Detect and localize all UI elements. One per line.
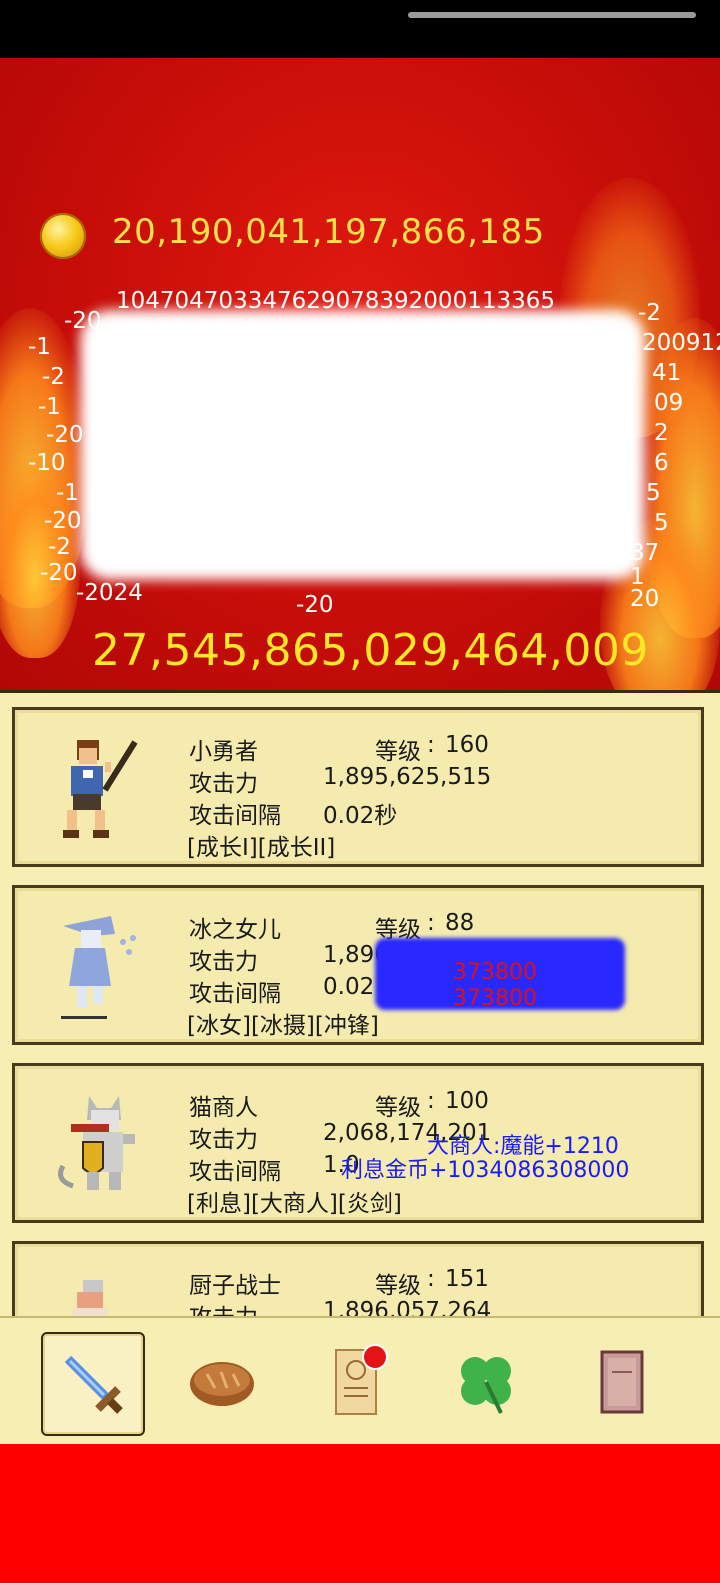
damage-text-cluster [80,310,645,580]
nav-luck-button[interactable] [436,1332,536,1432]
damage-popup: -2 [42,364,65,390]
damage-popup: -2 [638,300,661,326]
skill-effect-text: 373800 [453,986,537,1011]
attack-label: 攻击力 [189,771,258,797]
damage-popup: -20 [64,308,102,334]
interval-value: 0.02 [323,974,375,1000]
interval-value: 0.02秒 [323,803,398,829]
colon: : [427,910,435,936]
level-value: 88 [445,910,475,936]
damage-popup: -1 [38,394,61,420]
gesture-pill [408,12,696,18]
hero-name: 厨子战士 [189,1273,281,1299]
damage-popup: -1 [56,480,79,506]
nav-food-button[interactable] [172,1332,272,1432]
total-damage: 27,545,865,029,464,009 [92,625,649,676]
nav-weapon-button[interactable] [41,1332,145,1436]
hero-card-ice-daughter[interactable]: 冰之女儿 等级 : 88 攻击力 1,896,0 攻击间隔 0.02 [冰女][… [12,885,704,1045]
nav-scroll-button[interactable] [306,1332,406,1432]
attack-label: 攻击力 [189,949,258,975]
damage-popup: 20091253810474407 [642,330,720,356]
damage-popup: -10 [28,450,66,476]
hero-name: 冰之女儿 [189,917,281,943]
damage-popup: 37 [630,540,660,566]
status-bar [0,0,720,58]
colon: : [427,1088,435,1114]
damage-popup: -20 [296,592,334,618]
damage-popups: 104704703347629078392000113365 -20 -1 -2… [28,288,720,618]
attack-value: 1,895,625,515 [323,764,492,790]
attack-label: 攻击力 [189,1127,258,1153]
colon: : [427,1266,435,1292]
damage-popup: -2 [48,534,71,560]
damage-popup: 2 [654,420,669,446]
hero-tags: [成长I][成长II] [187,835,336,861]
damage-popup: -1 [28,334,51,360]
skill-effect-text: 利息金币+1034086308000 [341,1158,630,1183]
skill-effect-text: 373800 [453,960,537,985]
damage-popup: 6 [654,450,669,476]
damage-popup: 20 [630,586,660,612]
gold-coin-icon [40,213,86,259]
clover-icon [461,1357,511,1414]
notification-badge [362,1344,388,1370]
damage-popup: -2024 [76,580,143,606]
level-value: 151 [445,1266,489,1292]
damage-popup: -20 [40,560,78,586]
damage-popup: 104704703347629078392000113365 [116,288,555,314]
nav-book-button[interactable] [572,1332,672,1432]
hero-card-cat-merchant[interactable]: 猫商人 等级 : 100 攻击力 2,068,174,201 攻击间隔 1.0 … [12,1063,704,1223]
cat-merchant-icon [58,1096,135,1190]
bread-icon [190,1362,254,1406]
colon: : [427,732,435,758]
damage-popup: -20 [44,508,82,534]
bottom-nav [0,1316,720,1446]
ice-girl-icon [61,916,136,1019]
interval-label: 攻击间隔 [189,981,281,1007]
hero-list[interactable]: 小勇者 等级 : 160 攻击力 1,895,625,515 攻击间隔 0.02… [0,690,720,1333]
damage-popup: 09 [654,390,684,416]
interval-label: 攻击间隔 [189,1159,281,1185]
battle-arena[interactable]: 20,190,041,197,866,185 10470470334762907… [0,58,720,694]
level-label: 等级 [375,739,421,765]
damage-popup: 5 [646,480,661,506]
hero-boy-icon [63,740,138,838]
hero-name: 小勇者 [189,739,258,765]
level-label: 等级 [375,1273,421,1299]
interval-label: 攻击间隔 [189,803,281,829]
damage-popup: 5 [654,510,669,536]
level-value: 100 [445,1088,489,1114]
gold-amount: 20,190,041,197,866,185 [112,212,545,252]
damage-popup: -20 [46,422,84,448]
hero-tags: [利息][大商人][炎剑] [187,1191,402,1217]
sword-icon [64,1355,123,1414]
hero-tags: [冰女][冰摄][冲锋] [187,1013,379,1039]
hero-card-small-hero[interactable]: 小勇者 等级 : 160 攻击力 1,895,625,515 攻击间隔 0.02… [12,707,704,867]
hero-name: 猫商人 [189,1095,258,1121]
book-icon [600,1350,644,1414]
level-value: 160 [445,732,489,758]
damage-popup: 41 [652,360,682,386]
level-label: 等级 [375,1095,421,1121]
bottom-banner [0,1444,720,1583]
